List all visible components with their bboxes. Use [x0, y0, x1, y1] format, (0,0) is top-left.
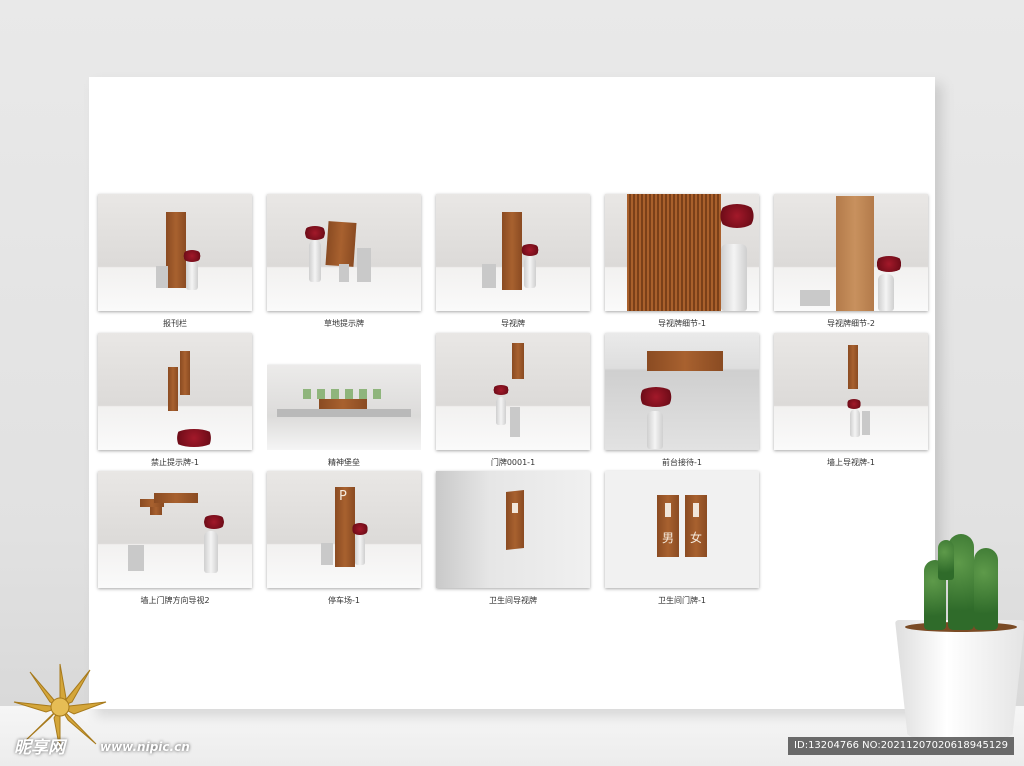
female-label: 女 [690, 531, 703, 545]
thumbnail [436, 194, 590, 311]
thumbnail: P [267, 471, 421, 588]
tile-wall-guide-sign-1[interactable]: 墙上导视牌-1 [774, 333, 928, 468]
tile-reception-desk-1[interactable]: 前台接待-1 [605, 333, 759, 468]
tile-caption: 导视牌细节-1 [658, 319, 706, 328]
tile-newspaper-stand[interactable]: 报刊栏 [98, 194, 252, 329]
tile-restroom-door-plate-1[interactable]: 男 女 卫生间门牌-1 [605, 471, 759, 606]
tile-guide-sign-detail-1[interactable]: 导视牌细节-1 [605, 194, 759, 329]
tile-spiritual-fortress[interactable]: 精神堡垒 [267, 333, 421, 468]
thumbnail [267, 194, 421, 311]
tile-caption: 停车场-1 [328, 596, 360, 605]
thumbnail [267, 333, 421, 450]
tile-parking-lot-1[interactable]: P 停车场-1 [267, 471, 421, 606]
tile-caption: 卫生间门牌-1 [658, 596, 706, 605]
thumbnail [436, 471, 590, 588]
tile-caption: 门牌0001-1 [490, 458, 536, 467]
thumbnail [605, 333, 759, 450]
thumbnail: 男 女 [605, 471, 759, 588]
watermark-url: www.nipic.cn [100, 740, 190, 754]
tile-caption: 报刊栏 [163, 319, 187, 328]
cactus-arm-icon [938, 540, 954, 580]
tile-caption: 墙上门牌方向导视2 [140, 596, 210, 605]
thumbnail [98, 194, 252, 311]
tile-lawn-sign[interactable]: 草地提示牌 [267, 194, 421, 329]
tile-restroom-guide-sign[interactable]: 卫生间导视牌 [436, 471, 590, 606]
cactus-pot [895, 620, 1024, 740]
cactus-arm-icon [974, 548, 998, 630]
thumbnail [605, 194, 759, 311]
male-label: 男 [662, 531, 675, 545]
tile-caption: 草地提示牌 [324, 319, 364, 328]
tile-caption: 墙上导视牌-1 [827, 458, 875, 467]
tile-caption: 导视牌细节-2 [827, 319, 875, 328]
tile-caption: 精神堡垒 [328, 458, 360, 467]
tile-guide-sign[interactable]: 导视牌 [436, 194, 590, 329]
tile-door-plate-0001-1[interactable]: 门牌0001-1 [436, 333, 590, 468]
tile-wall-door-direction-guide-2[interactable]: 墙上门牌方向导视2 [98, 471, 252, 606]
display-board: 报刊栏 草地提示牌 导视牌 导视牌细节-1 导视牌细节-2 禁止提示牌-1 精神… [89, 77, 935, 709]
thumbnail [436, 333, 590, 450]
tile-no-entry-sign-1[interactable]: 禁止提示牌-1 [98, 333, 252, 468]
tile-caption: 导视牌 [501, 319, 525, 328]
thumbnail [774, 194, 928, 311]
parking-letter: P [339, 489, 347, 504]
watermark-id-bar: ID:13204766 NO:20211207020618945129 [788, 737, 1014, 755]
thumbnail [98, 333, 252, 450]
tile-caption: 前台接待-1 [662, 458, 702, 467]
thumbnail [774, 333, 928, 450]
thumbnail [98, 471, 252, 588]
tile-caption: 禁止提示牌-1 [151, 458, 199, 467]
tile-caption: 卫生间导视牌 [489, 596, 537, 605]
watermark-logo: 昵享网 [14, 738, 65, 758]
tile-guide-sign-detail-2[interactable]: 导视牌细节-2 [774, 194, 928, 329]
